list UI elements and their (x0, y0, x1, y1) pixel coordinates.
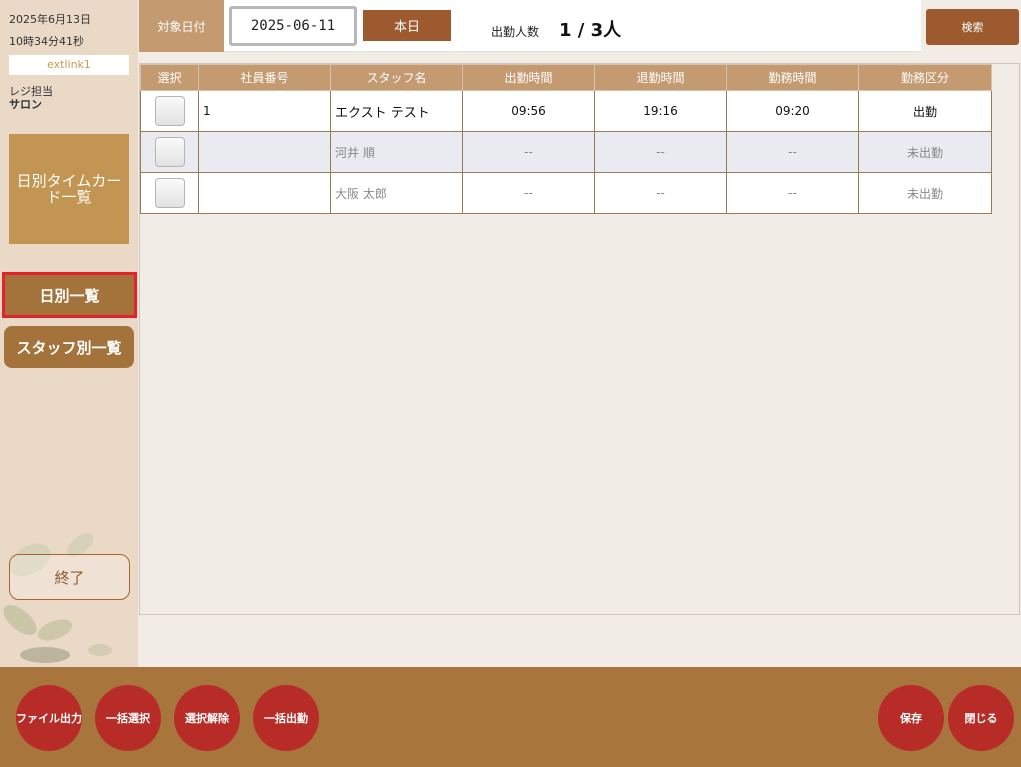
status-cell: 未出勤 (858, 131, 992, 173)
row-select-cell[interactable] (140, 90, 199, 132)
clock-out-cell: -- (594, 172, 727, 214)
row-select-cell[interactable] (140, 131, 199, 173)
column-header-clock-out: 退勤時間 (594, 64, 727, 91)
column-header-select: 選択 (140, 64, 199, 91)
clock-in-cell: -- (462, 131, 595, 173)
clock-out-cell: 19:16 (594, 90, 727, 132)
staff-name-cell: エクスト テスト (330, 90, 463, 132)
attendance-count-value: 1 / 3人 (559, 20, 622, 41)
staff-name-cell: 大阪 太郎 (330, 172, 463, 214)
column-header-employee-id: 社員番号 (198, 64, 331, 91)
page-title: 日別タイムカード一覧 (9, 134, 129, 244)
select-all-button[interactable]: 一括選択 (95, 685, 161, 751)
attendance-count-label: 出勤人数 (491, 25, 540, 39)
employee-id-cell: 1 (198, 90, 331, 132)
employee-id-cell (198, 131, 331, 173)
deselect-button[interactable]: 選択解除 (174, 685, 240, 751)
user-id: extlink1 (9, 55, 129, 75)
work-hours-cell: 09:20 (726, 90, 859, 132)
role-value: サロン (9, 98, 42, 111)
row-checkbox[interactable] (154, 137, 185, 167)
column-header-clock-in: 出勤時間 (462, 64, 595, 91)
table-row[interactable]: 大阪 太郎 -- -- -- 未出勤 (140, 172, 992, 214)
exit-button[interactable]: 終了 (9, 554, 130, 600)
file-output-button[interactable]: ファイル出力 (16, 685, 82, 751)
work-hours-cell: -- (726, 131, 859, 173)
column-header-staff-name: スタッフ名 (330, 64, 463, 91)
clock-in-cell: 09:56 (462, 90, 595, 132)
status-cell: 未出勤 (858, 172, 992, 214)
row-checkbox[interactable] (154, 96, 185, 126)
clock-in-cell: -- (462, 172, 595, 214)
save-button[interactable]: 保存 (878, 685, 944, 751)
target-date-label: 対象日付 (139, 0, 224, 52)
today-button[interactable]: 本日 (363, 10, 451, 41)
staff-name-cell: 河井 順 (330, 131, 463, 173)
footer-bar: ファイル出力 一括選択 選択解除 一括出勤 保存 閉じる (0, 667, 1021, 767)
current-date: 2025年6月13日 (9, 13, 91, 26)
nav-daily-list-button[interactable]: 日別一覧 (2, 272, 137, 318)
sidebar: 2025年6月13日 10時34分41秒 extlink1 レジ担当 サロン 日… (0, 0, 138, 667)
search-button[interactable]: 検索 (926, 9, 1019, 45)
current-time: 10時34分41秒 (9, 35, 84, 48)
timecard-table: 選択 社員番号 スタッフ名 出勤時間 退勤時間 勤務時間 勤務区分 1 エクスト… (140, 64, 992, 214)
bulk-clock-in-button[interactable]: 一括出勤 (253, 685, 319, 751)
employee-id-cell (198, 172, 331, 214)
column-header-work-hours: 勤務時間 (726, 64, 859, 91)
table-header-row: 選択 社員番号 スタッフ名 出勤時間 退勤時間 勤務時間 勤務区分 (140, 64, 992, 91)
table-row[interactable]: 1 エクスト テスト 09:56 19:16 09:20 出勤 (140, 90, 992, 132)
status-cell: 出勤 (858, 90, 992, 132)
row-checkbox[interactable] (154, 178, 185, 208)
role-label: レジ担当 (9, 85, 53, 98)
table-row[interactable]: 河井 順 -- -- -- 未出勤 (140, 131, 992, 173)
timecard-table-panel: 選択 社員番号 スタッフ名 出勤時間 退勤時間 勤務時間 勤務区分 1 エクスト… (139, 63, 1020, 615)
work-hours-cell: -- (726, 172, 859, 214)
target-date-input[interactable]: 2025-06-11 (229, 6, 357, 46)
close-button[interactable]: 閉じる (948, 685, 1014, 751)
column-header-status: 勤務区分 (858, 64, 992, 91)
row-select-cell[interactable] (140, 172, 199, 214)
header-bar: 対象日付 2025-06-11 本日 出勤人数 1 / 3人 (139, 0, 921, 52)
nav-staff-list-button[interactable]: スタッフ別一覧 (4, 326, 134, 368)
clock-out-cell: -- (594, 131, 727, 173)
